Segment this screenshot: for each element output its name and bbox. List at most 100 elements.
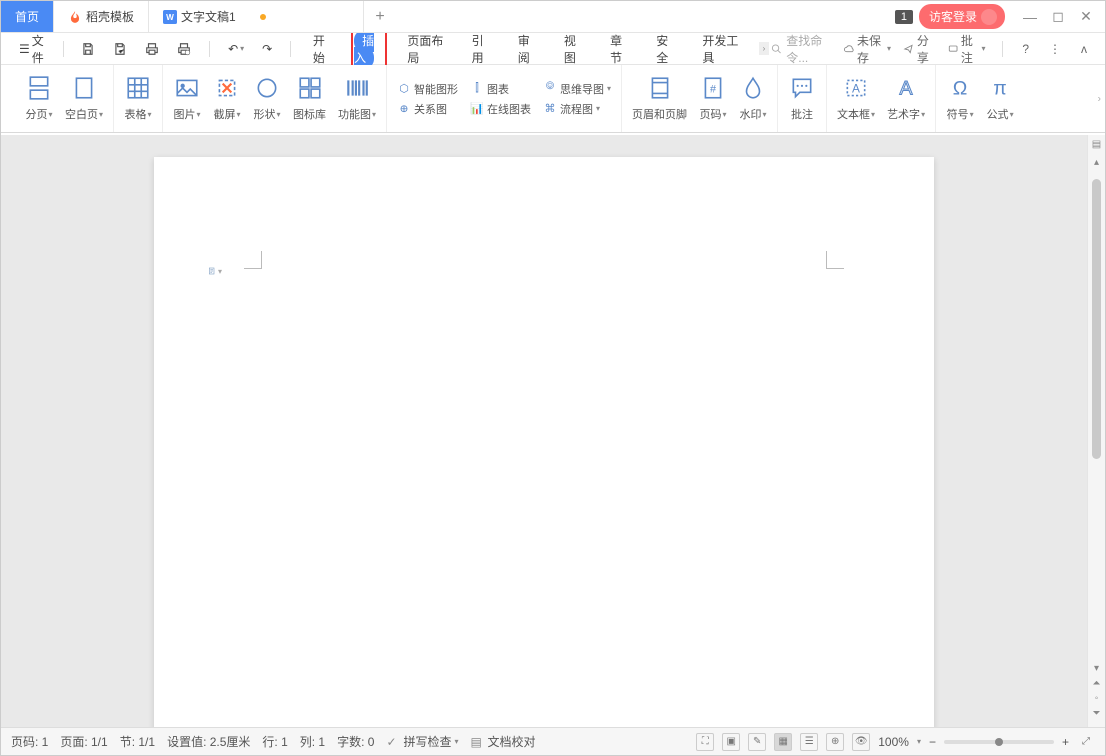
status-section[interactable]: 节: 1/1: [120, 733, 155, 750]
chevron-down-icon: ▾: [218, 267, 222, 276]
fire-icon: [68, 10, 82, 24]
menutab-review[interactable]: 审阅: [510, 28, 544, 70]
header-footer-icon: [646, 74, 674, 102]
comment-button[interactable]: 批注: [788, 69, 816, 128]
menutab-security[interactable]: 安全: [648, 28, 682, 70]
svg-text:#: #: [710, 83, 716, 95]
mindmap-button[interactable]: ࿃思维导图▾: [543, 81, 611, 97]
menutab-insert[interactable]: 插入: [354, 30, 374, 69]
zoom-in-button[interactable]: +: [1062, 735, 1069, 749]
status-col[interactable]: 列: 1: [300, 733, 325, 750]
shapes-button[interactable]: 形状▾: [253, 69, 281, 128]
close-button[interactable]: ✕: [1079, 8, 1093, 25]
login-label: 访客登录: [929, 8, 977, 25]
notification-badge[interactable]: 1: [895, 10, 913, 24]
svg-text:Ω: Ω: [953, 78, 968, 100]
menutab-devtools[interactable]: 开发工具: [694, 28, 746, 70]
annotate-button[interactable]: 批注▾: [948, 32, 986, 66]
symbol-button[interactable]: Ω符号▾: [946, 69, 974, 128]
separator: [1002, 41, 1003, 57]
document-area[interactable]: ▾: [1, 135, 1087, 727]
doc-w-icon: W: [163, 10, 177, 24]
read-view-button[interactable]: ▣: [722, 733, 740, 751]
flowchart-button[interactable]: ⌘流程图▾: [543, 101, 611, 117]
status-set-value[interactable]: 设置值: 2.5厘米: [167, 733, 250, 750]
table-button[interactable]: 表格▾: [124, 69, 152, 128]
function-chart-button[interactable]: 功能图▾: [338, 69, 376, 128]
proofread-button[interactable]: ▤文档校对: [470, 733, 535, 750]
status-row[interactable]: 行: 1: [262, 733, 287, 750]
next-page-button[interactable]: ⏷: [1093, 708, 1101, 719]
page-number-button[interactable]: #页码▾: [699, 69, 727, 128]
login-button[interactable]: 访客登录: [919, 4, 1005, 29]
page-break-button[interactable]: 分页▾: [25, 69, 53, 128]
tab-home[interactable]: 首页: [1, 1, 54, 32]
equation-button[interactable]: π公式▾: [986, 69, 1014, 128]
minimize-button[interactable]: —: [1023, 9, 1037, 25]
page-view-button[interactable]: ▦: [774, 733, 792, 751]
icon-library-button[interactable]: 图标库: [293, 69, 326, 128]
header-footer-button[interactable]: 页眉和页脚: [632, 69, 687, 128]
page-options-button[interactable]: ▾: [208, 264, 222, 278]
vertical-scrollbar[interactable]: ▤ ▴ ▾ ⏶ ◦ ⏷: [1087, 135, 1105, 727]
print-preview-button[interactable]: [173, 40, 195, 58]
browse-object-button[interactable]: ◦: [1095, 693, 1099, 704]
blank-page-button[interactable]: 空白页▾: [65, 69, 103, 128]
status-page-no[interactable]: 页码: 1: [11, 733, 48, 750]
hamburger-icon[interactable]: ☰ 文件: [15, 30, 49, 68]
ribbon: 分页▾ 空白页▾ 表格▾ 图片▾ 截屏▾ 形状▾ 图标库 功能图▾ ⬡智能图形 …: [1, 65, 1105, 133]
tab-document[interactable]: W 文字文稿1: [149, 1, 364, 32]
menutab-reference[interactable]: 引用: [464, 28, 498, 70]
ruler-toggle-icon[interactable]: ▤: [1088, 139, 1105, 150]
status-pages[interactable]: 页面: 1/1: [60, 733, 107, 750]
menutab-pagelayout[interactable]: 页面布局: [399, 28, 451, 70]
scroll-thumb[interactable]: [1092, 179, 1101, 459]
scroll-track[interactable]: [1092, 179, 1101, 647]
collapse-ribbon-button[interactable]: ᴧ: [1077, 40, 1091, 58]
fit-button[interactable]: ⤢: [1077, 733, 1095, 751]
outline-view-button[interactable]: ✎: [748, 733, 766, 751]
print-button[interactable]: [141, 40, 163, 58]
undo-button[interactable]: ↶ ▾: [224, 40, 248, 58]
menutab-chapter[interactable]: 章节: [602, 28, 636, 70]
tab-templates[interactable]: 稻壳模板: [54, 1, 149, 32]
chevron-right-icon[interactable]: ›: [759, 42, 770, 55]
scroll-up-button[interactable]: ▴: [1088, 157, 1105, 168]
maximize-button[interactable]: ◻: [1051, 8, 1065, 25]
unsaved-button[interactable]: 未保存▾: [844, 32, 892, 66]
status-chars[interactable]: 字数: 0: [337, 733, 374, 750]
eye-care-button[interactable]: 👁: [852, 733, 870, 751]
page-canvas[interactable]: ▾: [154, 157, 934, 727]
globe-view-button[interactable]: ⊕: [826, 733, 844, 751]
zoom-slider-knob[interactable]: [995, 738, 1003, 746]
more-button[interactable]: ⋮: [1045, 40, 1065, 58]
prev-page-button[interactable]: ⏶: [1093, 678, 1101, 689]
wordart-button[interactable]: A艺术字▾: [887, 69, 925, 128]
picture-button[interactable]: 图片▾: [173, 69, 201, 128]
web-view-button[interactable]: ☰: [800, 733, 818, 751]
menutab-start[interactable]: 开始: [305, 28, 339, 70]
save-as-button[interactable]: [109, 40, 131, 58]
help-button[interactable]: ?: [1018, 40, 1033, 58]
zoom-slider[interactable]: [944, 740, 1054, 744]
command-search[interactable]: 查找命令...: [771, 32, 831, 66]
screenshot-button[interactable]: 截屏▾: [213, 69, 241, 128]
zoom-out-button[interactable]: −: [929, 735, 936, 749]
textbox-button[interactable]: A文本框▾: [837, 69, 875, 128]
svg-text:π: π: [993, 78, 1006, 100]
spellcheck-button[interactable]: ✓拼写检查▾: [386, 733, 458, 750]
tab-add-button[interactable]: +: [364, 1, 396, 32]
menutab-view[interactable]: 视图: [556, 28, 590, 70]
redo-button[interactable]: ↷: [258, 40, 276, 58]
relation-chart-button[interactable]: ᪠关系图: [397, 101, 458, 117]
fullscreen-button[interactable]: ⛶: [696, 733, 714, 751]
smart-graphic-button[interactable]: ⬡智能图形: [397, 81, 458, 97]
share-button[interactable]: 分享: [903, 32, 935, 66]
online-chart-button[interactable]: 📊在线图表: [470, 101, 531, 117]
watermark-button[interactable]: 水印▾: [739, 69, 767, 128]
ribbon-expand-button[interactable]: ›: [1098, 93, 1101, 104]
save-button[interactable]: [77, 40, 99, 58]
chart-button[interactable]: ⫿图表: [470, 81, 531, 97]
scroll-down-button[interactable]: ▾: [1094, 663, 1099, 674]
zoom-value[interactable]: 100%: [878, 735, 909, 749]
